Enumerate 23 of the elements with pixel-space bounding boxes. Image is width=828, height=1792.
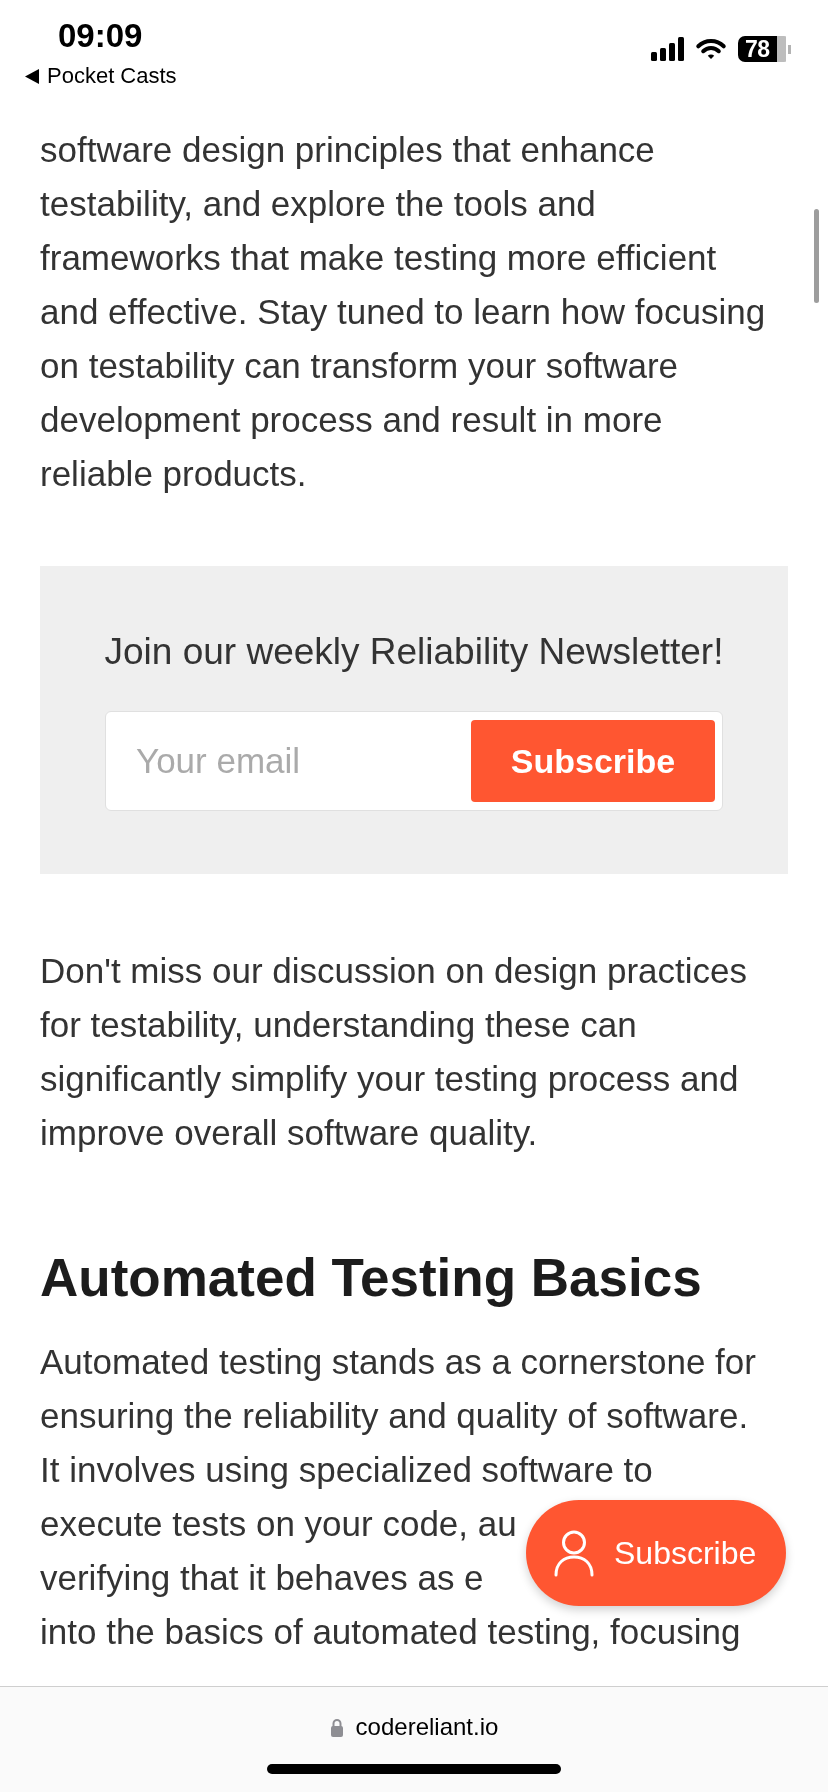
back-icon (25, 68, 39, 84)
wifi-icon (695, 38, 727, 60)
subscribe-form[interactable]: Your email Subscribe (105, 711, 723, 811)
signal-icon (651, 37, 684, 61)
battery-indicator: 78 (738, 36, 791, 62)
back-link[interactable]: Pocket Casts (25, 63, 177, 89)
section-heading: Automated Testing Basics (40, 1247, 702, 1309)
lock-icon (329, 1717, 344, 1737)
body-text-line: ensuring the reliability and quality of software. (40, 1396, 749, 1436)
status-time: 09:09 (58, 20, 143, 52)
body-text-line: verifying that it behaves as e (40, 1558, 484, 1598)
body-paragraph: software design principles that enhance testability, and explore the tools and frameworks that make testing more efficient and effective. Stay tuned to learn how focusing on testability can transform your software development process and result in more reliable products. (40, 129, 767, 495)
body-text-line: into the basics of automated testing, focusing (40, 1612, 741, 1652)
address-bar[interactable]: codereliant.io (329, 1713, 499, 1741)
email-field[interactable]: Your email (106, 720, 471, 802)
body-text-line: execute tests on your code, au (40, 1504, 517, 1544)
body-paragraph: Don't miss our discussion on design practices for testability, understanding these can significantly simplify your testing process and improve overall software quality. (40, 950, 748, 1154)
person-icon (554, 1529, 594, 1577)
subscribe-button[interactable]: Subscribe (471, 720, 715, 802)
body-text-line: It involves using specialized software to (40, 1450, 653, 1490)
newsletter-heading: Join our weekly Reliability Newsletter! (104, 632, 724, 672)
body-text-line: Automated testing stands as a cornerstone for (40, 1342, 756, 1382)
floating-subscribe-button[interactable]: Subscribe (526, 1500, 787, 1606)
